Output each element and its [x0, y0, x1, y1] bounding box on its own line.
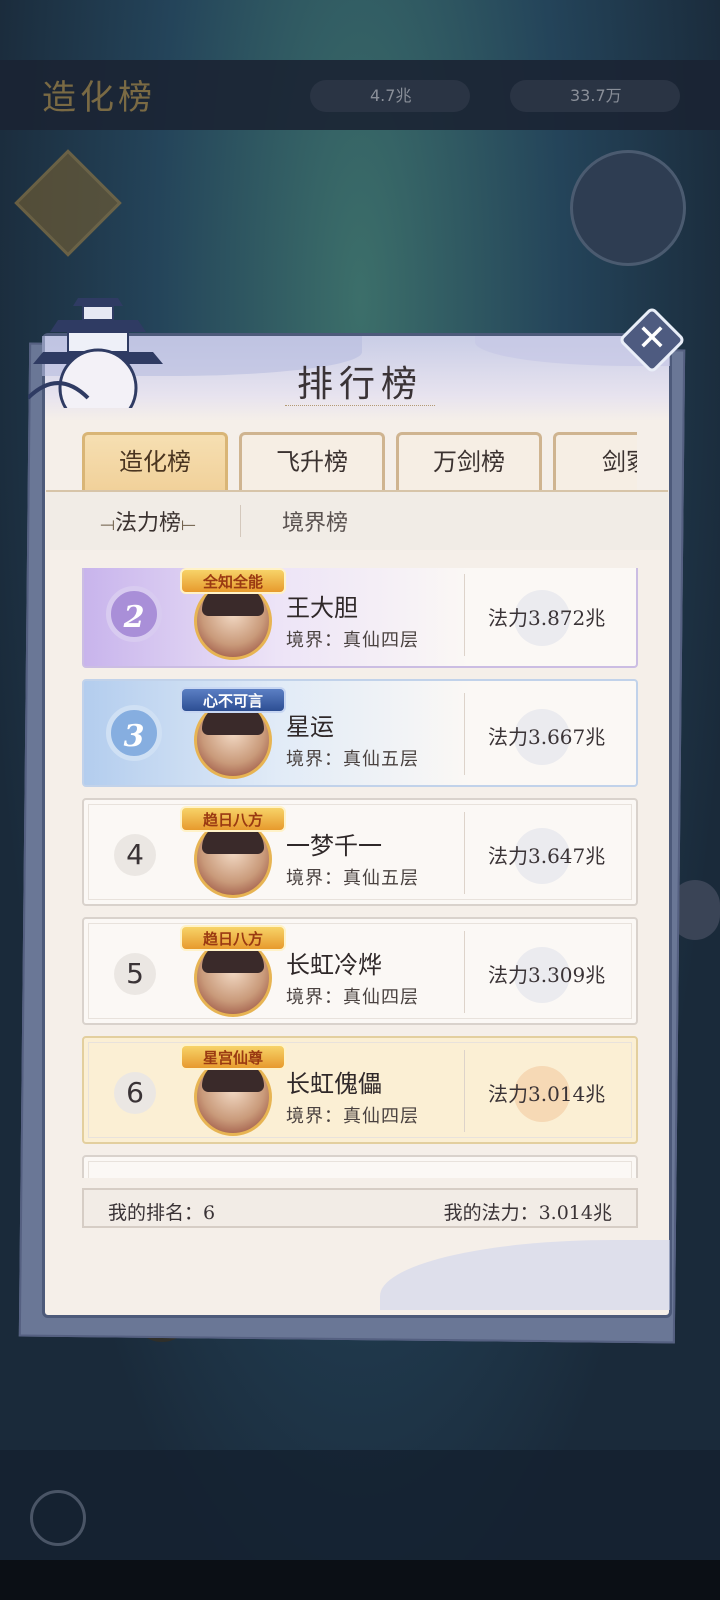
title-badge: 全知全能: [180, 568, 286, 594]
background-bottom-bar: [0, 1450, 720, 1560]
subtab-left-ornament-icon: ⟞: [100, 514, 115, 535]
rank-number: 5: [114, 953, 156, 995]
player-realm: 境界：真仙四层: [286, 987, 419, 1008]
my-rank-footer: 我的排名：6 我的法力：3.014兆: [82, 1188, 638, 1228]
player-power: 法力3.667兆: [488, 725, 606, 749]
subtab-jingjie[interactable]: 境界榜: [282, 505, 348, 537]
ranking-row-self[interactable]: 6 星宫仙尊 长虹傀儡 境界：真仙四层 法力3.014兆: [82, 1036, 638, 1144]
player-power: 法力3.309兆: [488, 963, 606, 987]
player-power: 法力3.647兆: [488, 844, 606, 868]
player-name: 一梦千一: [286, 832, 382, 860]
background-resource-2: 33.7万: [510, 80, 680, 112]
player-realm: 境界：真仙五层: [286, 868, 419, 889]
title-badge: 心不可言: [180, 687, 286, 713]
my-rank: 我的排名：6: [108, 1202, 216, 1224]
tab-zaohua[interactable]: 造化榜: [82, 432, 228, 490]
player-name: 王大胆: [286, 594, 358, 622]
player-realm: 境界：真仙四层: [286, 630, 419, 651]
back-arrow-icon: [30, 1490, 86, 1546]
my-power: 我的法力：3.014兆: [443, 1202, 612, 1224]
row-frame: [88, 1161, 632, 1178]
row-divider: [464, 931, 465, 1013]
ranking-row[interactable]: 5 趋日八方 长虹冷烨 境界：真仙四层 法力3.309兆: [82, 917, 638, 1025]
ranking-row[interactable]: 4 趋日八方 一梦千一 境界：真仙五层 法力3.647兆: [82, 798, 638, 906]
player-power: 法力3.872兆: [488, 606, 606, 630]
leaderboard-tabs: 造化榜 飞升榜 万剑榜 剑冢: [82, 432, 637, 492]
tab-feisheng[interactable]: 飞升榜: [239, 432, 385, 490]
background-title: 造化榜: [42, 78, 156, 118]
title-divider: [285, 405, 435, 410]
background-resource-1: 4.7兆: [310, 80, 470, 112]
rank-number: 4: [114, 834, 156, 876]
system-navigation-bar: [0, 1560, 720, 1600]
subtab-right-ornament-icon: ⟝: [180, 514, 196, 535]
ranking-row[interactable]: 3 心不可言 星运 境界：真仙五层 法力3.667兆: [82, 679, 638, 787]
row-divider: [464, 1050, 465, 1132]
subtab-fali-label: 法力榜: [114, 511, 181, 536]
rank-medal-icon: 2: [106, 586, 162, 642]
player-name: 星运: [286, 713, 334, 741]
title-badge: 趋日八方: [180, 925, 286, 951]
title-badge: 星宫仙尊: [180, 1044, 286, 1070]
row-divider: [464, 693, 465, 775]
row-divider: [464, 574, 465, 656]
title-badge: 趋日八方: [180, 806, 286, 832]
modal-title: 排行榜: [296, 364, 423, 405]
player-realm: 境界：真仙五层: [286, 749, 419, 770]
background-orb-icon: [570, 150, 686, 266]
ranking-row[interactable]: 2 全知全能 王大胆 境界：真仙四层 法力3.872兆: [82, 568, 638, 668]
rank-number: 6: [114, 1072, 156, 1114]
player-name: 长虹冷烨: [286, 951, 382, 979]
ranking-row-partial[interactable]: [82, 1155, 638, 1178]
player-name: 长虹傀儡: [286, 1070, 382, 1098]
subtab-fali[interactable]: ⟞法力榜⟝: [100, 505, 196, 537]
close-icon[interactable]: ✕: [628, 316, 676, 364]
player-realm: 境界：真仙四层: [286, 1106, 419, 1127]
tab-jianzhong[interactable]: 剑冢: [553, 432, 637, 490]
row-divider: [464, 812, 465, 894]
rank-medal-icon: 3: [106, 705, 162, 761]
player-power: 法力3.014兆: [488, 1082, 606, 1106]
subtab-divider: [240, 505, 241, 537]
tab-wanjian[interactable]: 万剑榜: [396, 432, 542, 490]
ranking-list[interactable]: 2 全知全能 王大胆 境界：真仙四层 法力3.872兆 3 心不可言 星运 境界…: [82, 568, 638, 1178]
